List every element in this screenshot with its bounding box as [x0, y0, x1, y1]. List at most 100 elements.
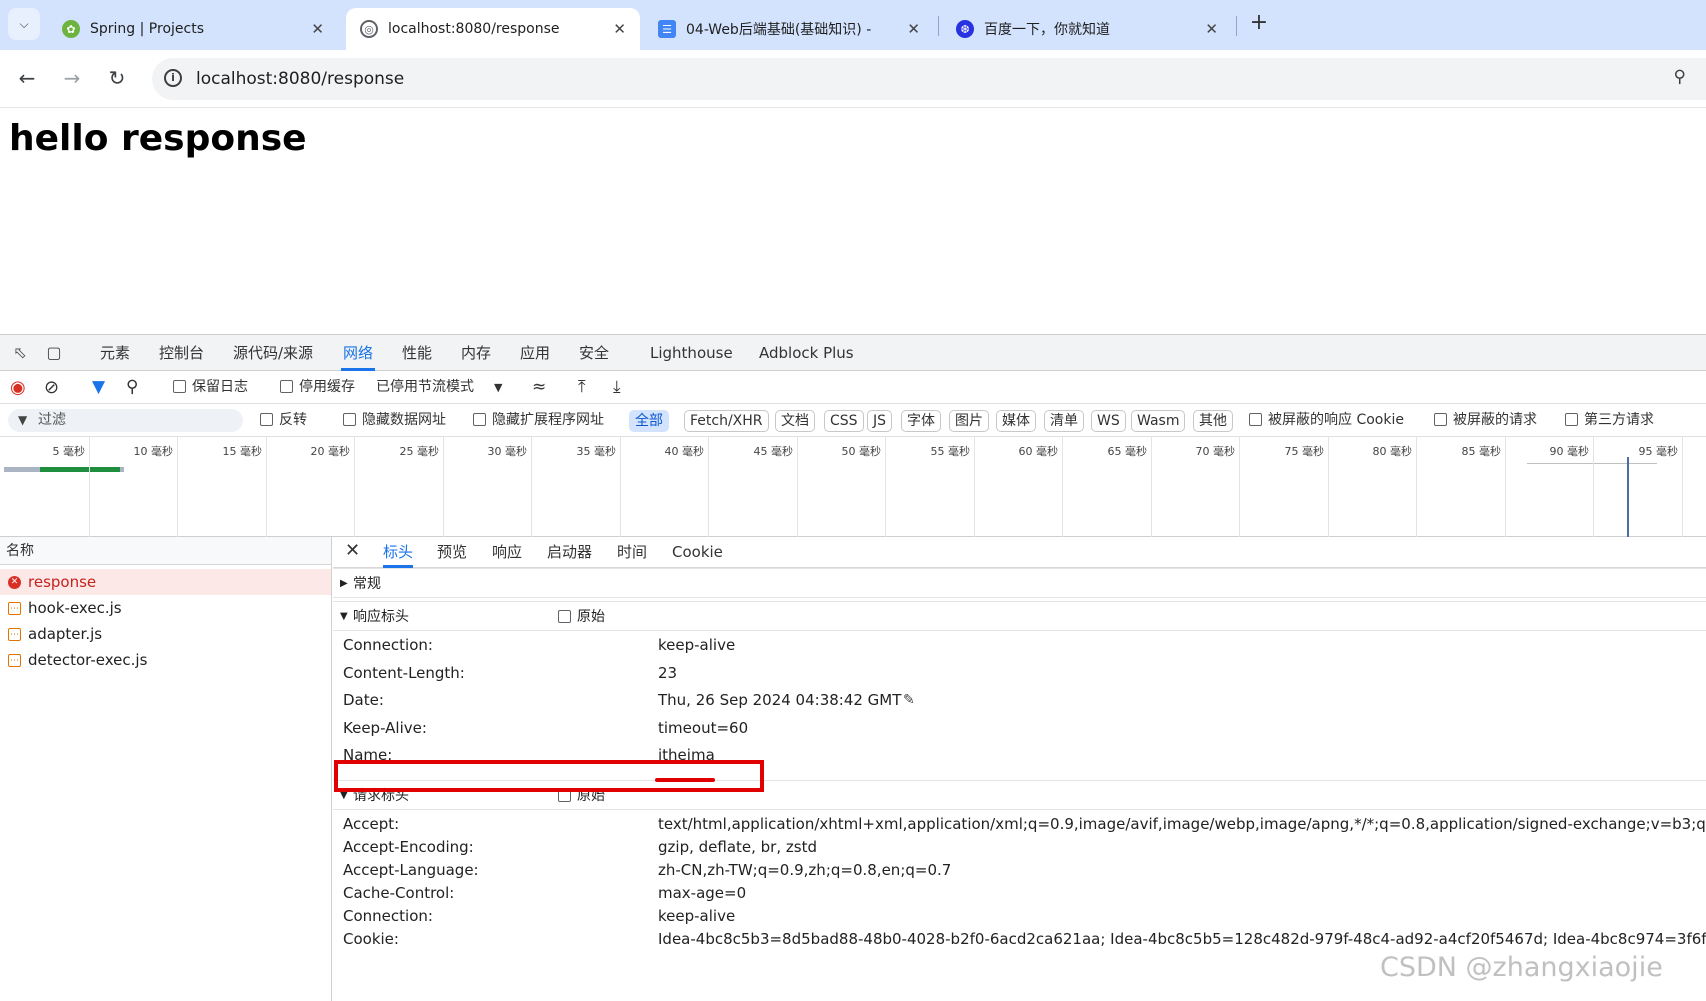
site-info-icon[interactable]: i	[164, 69, 182, 87]
forward-arrow-icon[interactable]: →	[57, 64, 87, 94]
search-icon[interactable]: ⚲	[126, 371, 138, 404]
raw-checkbox[interactable]: 原始	[558, 602, 605, 632]
devtools-tab-lighthouse[interactable]: Lighthouse	[648, 335, 735, 371]
header-key: Content-Length:	[343, 663, 465, 682]
checkbox-box[interactable]	[473, 413, 486, 426]
reload-icon[interactable]: ↻	[102, 64, 132, 94]
inspect-element-icon[interactable]: ⬁	[10, 343, 30, 363]
devtools-tab-security[interactable]: 安全	[577, 335, 611, 371]
type-filter-media[interactable]: 媒体	[996, 410, 1036, 432]
checkbox-box[interactable]	[280, 380, 293, 393]
network-conditions-icon[interactable]: ≈	[532, 371, 546, 404]
type-filter-all[interactable]: 全部	[629, 410, 669, 432]
header-value[interactable]: Thu, 26 Sep 2024 04:38:42 GMT	[658, 687, 901, 715]
device-toolbar-icon[interactable]: ▢	[44, 343, 64, 363]
detail-tab-cookies[interactable]: Cookie	[672, 537, 723, 568]
devtools-tab-elements[interactable]: 元素	[98, 335, 132, 371]
third-party-checkbox[interactable]: 第三方请求	[1565, 404, 1654, 437]
invert-checkbox[interactable]: 反转	[260, 404, 307, 437]
detail-tab-initiator[interactable]: 启动器	[547, 537, 592, 568]
header-value[interactable]: text/html,application/xhtml+xml,applicat…	[658, 813, 1706, 836]
timeline-tick-label: 60 毫秒	[1018, 445, 1059, 458]
throttling-select[interactable]: 已停用节流模式 ▼	[376, 371, 502, 404]
hide-data-urls-checkbox[interactable]: 隐藏数据网址	[343, 404, 446, 437]
devtools-tab-performance[interactable]: 性能	[400, 335, 434, 371]
preserve-log-checkbox[interactable]: 保留日志	[173, 371, 248, 404]
tab-close-icon[interactable]: ✕	[907, 20, 920, 38]
network-overview-timeline[interactable]: 5 毫秒 10 毫秒 15 毫秒 20 毫秒 25 毫秒 30 毫秒 35 毫秒 40 毫秒 4…	[0, 437, 1706, 537]
hide-ext-urls-checkbox[interactable]: 隐藏扩展程序网址	[473, 404, 604, 437]
checkbox-box[interactable]	[173, 380, 186, 393]
type-filter-other[interactable]: 其他	[1193, 410, 1233, 432]
type-filter-manifest[interactable]: 清单	[1044, 410, 1084, 432]
header-key: Accept-Language:	[343, 861, 479, 879]
clear-log-icon[interactable]: ⊘	[44, 371, 59, 404]
header-value[interactable]: timeout=60	[658, 715, 748, 743]
header-value[interactable]: gzip, deflate, br, zstd	[658, 836, 817, 859]
devtools-tab-sources[interactable]: 源代码/来源	[231, 335, 315, 371]
request-row-detector-exec[interactable]: ⋯ detector-exec.js	[0, 647, 331, 673]
request-row-adapter[interactable]: ⋯ adapter.js	[0, 621, 331, 647]
zoom-magnifier-icon[interactable]: ⚲	[1674, 67, 1686, 87]
tab-search-dropdown-icon[interactable]: ⌵	[8, 8, 40, 40]
error-icon: ✕	[8, 576, 21, 589]
devtools-tab-adblock[interactable]: Adblock Plus	[757, 335, 856, 371]
checkbox-box[interactable]	[260, 413, 273, 426]
request-row-hook-exec[interactable]: ⋯ hook-exec.js	[0, 595, 331, 621]
tab-close-icon[interactable]: ✕	[1205, 20, 1218, 38]
checkbox-box[interactable]	[558, 610, 571, 623]
browser-tab-response[interactable]: ◎ localhost:8080/response ✕	[346, 8, 640, 50]
browser-tab-doc[interactable]: ☰ 04-Web后端基础(基础知识) - ✕	[644, 8, 934, 50]
type-filter-css[interactable]: CSS	[824, 410, 864, 432]
record-stop-icon[interactable]: ◉	[10, 371, 26, 404]
checkbox-box[interactable]	[1434, 413, 1447, 426]
hide-ext-urls-label: 隐藏扩展程序网址	[492, 412, 604, 428]
header-value[interactable]: zh-CN,zh-TW;q=0.9,zh;q=0.8,en;q=0.7	[658, 859, 951, 882]
checkbox-box[interactable]	[1565, 413, 1578, 426]
blocked-requests-checkbox[interactable]: 被屏蔽的请求	[1434, 404, 1537, 437]
devtools-tab-network[interactable]: 网络	[341, 335, 376, 371]
general-section-header[interactable]: ▶ 常规	[333, 568, 1706, 598]
devtools-tab-memory[interactable]: 内存	[459, 335, 493, 371]
invert-label: 反转	[279, 412, 307, 428]
close-detail-icon[interactable]: ✕	[345, 540, 360, 561]
type-filter-ws[interactable]: WS	[1091, 410, 1126, 432]
tab-close-icon[interactable]: ✕	[311, 20, 324, 38]
filter-input[interactable]: ▼ 过滤	[8, 409, 243, 432]
detail-tab-headers[interactable]: 标头	[383, 537, 414, 568]
address-url[interactable]: localhost:8080/response	[196, 69, 404, 89]
blocked-cookies-checkbox[interactable]: 被屏蔽的响应 Cookie	[1249, 404, 1404, 437]
type-filter-wasm[interactable]: Wasm	[1131, 410, 1186, 432]
devtools-tab-console[interactable]: 控制台	[157, 335, 206, 371]
type-filter-img[interactable]: 图片	[949, 410, 989, 432]
back-arrow-icon[interactable]: ←	[12, 64, 42, 94]
header-value[interactable]: keep-alive	[658, 905, 735, 928]
address-bar[interactable]: i localhost:8080/response ⚲	[152, 58, 1706, 100]
detail-tab-preview[interactable]: 预览	[437, 537, 467, 568]
detail-tab-response[interactable]: 响应	[492, 537, 522, 568]
checkbox-box[interactable]	[343, 413, 356, 426]
type-filter-font[interactable]: 字体	[901, 410, 941, 432]
header-value[interactable]: max-age=0	[658, 882, 746, 905]
response-headers-section-header[interactable]: ▼ 响应标头 原始	[333, 601, 1706, 631]
browser-tab-spring[interactable]: ✿ Spring | Projects ✕	[48, 8, 338, 50]
header-value[interactable]: 23	[658, 660, 677, 688]
type-filter-js[interactable]: JS	[867, 410, 893, 432]
disable-cache-checkbox[interactable]: 停用缓存	[280, 371, 355, 404]
checkbox-box[interactable]	[1249, 413, 1262, 426]
browser-tab-baidu[interactable]: ❆ 百度一下，你就知道 ✕	[942, 8, 1232, 50]
request-row-response[interactable]: ✕ response	[0, 569, 331, 595]
devtools-tab-application[interactable]: 应用	[518, 335, 552, 371]
export-har-icon[interactable]: ⤓	[613, 371, 621, 404]
request-list-header[interactable]: 名称	[0, 537, 331, 565]
new-tab-plus-icon[interactable]: +	[1245, 10, 1273, 38]
header-value[interactable]: Idea-4bc8c5b3=8d5bad88-48b0-4028-b2f0-6a…	[658, 928, 1706, 951]
header-value[interactable]: keep-alive	[658, 632, 735, 660]
type-filter-doc[interactable]: 文档	[775, 410, 815, 432]
filter-funnel-icon[interactable]: ▼	[92, 371, 105, 404]
tab-close-icon[interactable]: ✕	[613, 20, 626, 38]
edit-pencil-icon[interactable]: ✎	[903, 687, 915, 715]
import-har-icon[interactable]: ⤒	[578, 371, 586, 404]
type-filter-fetch-xhr[interactable]: Fetch/XHR	[684, 410, 769, 432]
detail-tab-timing[interactable]: 时间	[617, 537, 647, 568]
